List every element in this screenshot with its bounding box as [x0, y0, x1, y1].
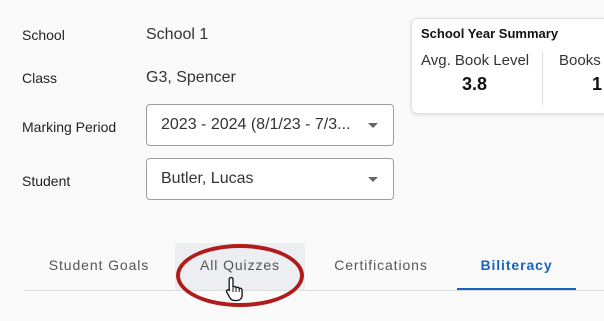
school-year-summary-card: School Year Summary Avg. Book Level 3.8 … [411, 18, 604, 114]
summary-title: School Year Summary [421, 26, 559, 41]
books-value: 1 [592, 74, 603, 94]
marking-period-select[interactable]: 2023 - 2024 (8/1/23 - 7/3... [146, 104, 394, 146]
class-label: Class [22, 70, 58, 86]
avg-book-level-label: Avg. Book Level [421, 52, 530, 69]
caret-down-icon [368, 123, 378, 128]
tab-certifications[interactable]: Certifications [320, 243, 442, 290]
student-select[interactable]: Butler, Lucas [146, 158, 394, 200]
marking-period-label: Marking Period [22, 119, 117, 135]
tab-student-goals[interactable]: Student Goals [40, 243, 158, 290]
student-selected-value: Butler, Lucas [161, 170, 254, 187]
summary-divider [542, 51, 543, 105]
books-label: Books [559, 52, 601, 69]
tabs-baseline [24, 290, 604, 291]
avg-book-level-value: 3.8 [462, 74, 488, 94]
marking-period-selected-value: 2023 - 2024 (8/1/23 - 7/3... [161, 116, 351, 133]
hand-pointer-icon [225, 276, 243, 302]
caret-down-icon [368, 177, 378, 182]
school-label: School [22, 27, 65, 43]
class-value: G3, Spencer [146, 69, 236, 86]
student-label: Student [22, 173, 71, 189]
school-value: School 1 [146, 26, 209, 43]
tab-biliteracy[interactable]: Biliteracy [457, 243, 576, 290]
